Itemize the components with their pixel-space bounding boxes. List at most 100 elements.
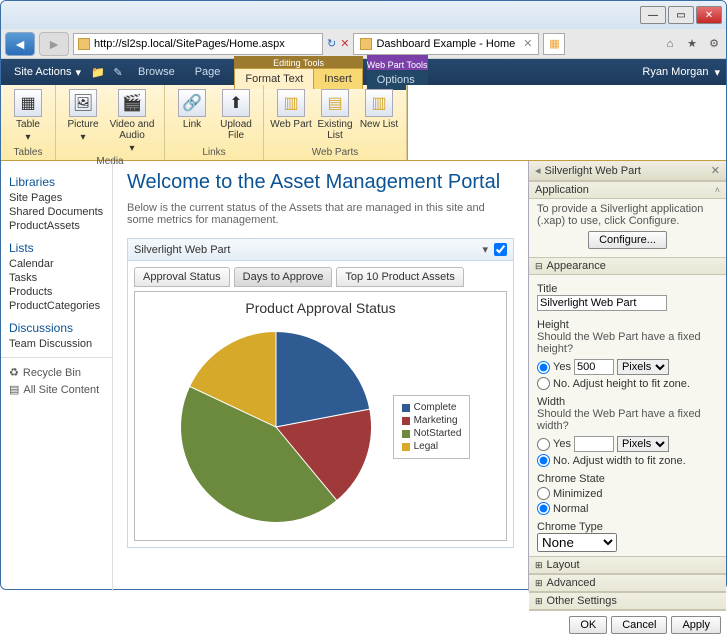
tab-close-icon[interactable]: ✕ — [523, 37, 532, 50]
height-unit-select[interactable]: Pixels — [617, 359, 669, 375]
props-section-advanced[interactable]: ⊞Advanced — [529, 574, 726, 592]
home-icon[interactable]: ⌂ — [662, 36, 678, 52]
width-no-radio[interactable] — [537, 454, 550, 467]
width-label: Width — [537, 396, 718, 408]
nav-shared-docs[interactable]: Shared Documents — [9, 205, 104, 219]
props-section-layout[interactable]: ⊞Layout — [529, 556, 726, 574]
height-yes-radio[interactable] — [537, 361, 550, 374]
edit-page-icon[interactable]: ✎ — [108, 62, 128, 82]
nav-site-pages[interactable]: Site Pages — [9, 191, 104, 205]
back-button[interactable]: ◄ — [5, 32, 35, 56]
nav-section-discussions: Discussions — [9, 321, 104, 335]
chrome-type-select[interactable]: None — [537, 533, 617, 552]
chrome-normal-radio[interactable] — [537, 502, 550, 515]
props-section-other[interactable]: ⊞Other Settings — [529, 592, 726, 610]
configure-button[interactable]: Configure... — [588, 231, 667, 249]
ribbon-existing-list-button[interactable]: ▤Existing List — [314, 87, 356, 143]
nav-team-discussion[interactable]: Team Discussion — [9, 337, 104, 351]
nav-recycle-bin[interactable]: ♻ Recycle Bin — [9, 364, 104, 381]
ribbon-webpart-label: Web Part — [270, 119, 312, 130]
props-section-appearance[interactable]: ⊟ Appearance — [529, 257, 726, 275]
width-unit-select[interactable]: Pixels — [617, 436, 669, 452]
tab-top-products[interactable]: Top 10 Product Assets — [336, 267, 463, 287]
stop-icon[interactable]: ✕ — [340, 37, 349, 50]
minimize-button[interactable]: — — [640, 6, 666, 24]
chart-container: Product Approval Status CompleteMarketin… — [134, 291, 507, 541]
ribbon-webpart-button[interactable]: ▥Web Part — [270, 87, 312, 143]
user-name: Ryan Morgan — [642, 66, 708, 78]
close-button[interactable]: ✕ — [696, 6, 722, 24]
user-menu[interactable]: Ryan Morgan ▾ — [642, 66, 720, 79]
tab-browse[interactable]: Browse — [128, 62, 185, 82]
window-titlebar: — ▭ ✕ — [1, 1, 726, 29]
chrome-minimized-radio[interactable] — [537, 487, 550, 500]
address-bar[interactable]: http://sl2sp.local/SitePages/Home.aspx — [73, 33, 323, 55]
nav-recycle-label: Recycle Bin — [23, 367, 81, 379]
tab-approval-status[interactable]: Approval Status — [134, 267, 230, 287]
site-actions-label: Site Actions — [14, 66, 71, 78]
tab-days-to-approve[interactable]: Days to Approve — [234, 267, 333, 287]
quick-launch: Libraries Site Pages Shared Documents Pr… — [1, 161, 113, 591]
application-hint: To provide a Silverlight application (.x… — [537, 203, 718, 227]
navigate-up-icon[interactable]: 📁 — [88, 62, 108, 82]
ribbon-link-label: Link — [183, 119, 201, 130]
nav-all-site-content[interactable]: ▤All Site Content — [9, 381, 104, 398]
main-content: Welcome to the Asset Management Portal B… — [113, 161, 528, 591]
maximize-button[interactable]: ▭ — [668, 6, 694, 24]
plus-icon: ⊞ — [535, 560, 543, 571]
browser-tab[interactable]: Dashboard Example - Home ✕ — [353, 33, 539, 55]
props-section-application[interactable]: Application ˄ — [529, 181, 726, 199]
chevron-down-icon: ▾ — [129, 143, 134, 154]
new-tab-button[interactable]: ▦ — [543, 33, 565, 55]
nav-product-categories[interactable]: ProductCategories — [9, 299, 104, 313]
forward-button[interactable]: ► — [39, 32, 69, 56]
ribbon-table-button[interactable]: ▦Table▾ — [7, 87, 49, 145]
group-links-label: Links — [171, 147, 257, 158]
ok-button[interactable]: OK — [569, 616, 607, 634]
sharepoint-ribbon-tabs: Site Actions ▾ 📁 ✎ Browse Page Editing T… — [1, 59, 726, 85]
ribbon-newlist-label: New List — [360, 119, 398, 130]
content-icon: ▤ — [9, 383, 19, 396]
chevron-left-icon[interactable]: ◂ — [535, 164, 541, 177]
title-input[interactable] — [537, 295, 667, 311]
table-icon: ▦ — [14, 89, 42, 117]
nav-tasks[interactable]: Tasks — [9, 271, 104, 285]
editing-tools-group: Editing Tools Format Text Insert — [234, 56, 362, 89]
ribbon-group-tables: ▦Table▾ Tables — [1, 85, 56, 160]
ribbon-video-button[interactable]: 🎬Video and Audio▾ — [106, 87, 158, 156]
webpart-menu-icon[interactable]: ▾ — [482, 243, 488, 256]
page-title: Welcome to the Asset Management Portal — [127, 171, 514, 194]
height-value-input[interactable] — [574, 359, 614, 375]
tab-page[interactable]: Page — [185, 62, 231, 82]
ribbon-link-button[interactable]: 🔗Link — [171, 87, 213, 143]
nav-products[interactable]: Products — [9, 285, 104, 299]
width-yes-radio[interactable] — [537, 438, 550, 451]
tools-icon[interactable]: ⚙ — [706, 36, 722, 52]
width-value-input[interactable] — [574, 436, 614, 452]
browser-navbar: ◄ ► http://sl2sp.local/SitePages/Home.as… — [1, 29, 726, 59]
height-no-radio[interactable] — [537, 377, 550, 390]
props-close-icon[interactable]: ✕ — [711, 164, 720, 177]
nav-calendar[interactable]: Calendar — [9, 257, 104, 271]
ribbon-picture-label: Picture — [67, 119, 98, 130]
favorites-icon[interactable]: ★ — [684, 36, 700, 52]
picture-icon: 🖼 — [69, 89, 97, 117]
width-no-label: No. Adjust width to fit zone. — [553, 455, 686, 467]
webpart-title-bar[interactable]: Silverlight Web Part ▾ — [128, 239, 513, 261]
chrome-state-label: Chrome State — [537, 473, 718, 485]
refresh-icon[interactable]: ↻ — [327, 37, 336, 50]
webpart-select-checkbox[interactable] — [494, 243, 507, 256]
chevron-down-icon: ▾ — [25, 132, 30, 143]
height-no-label: No. Adjust height to fit zone. — [553, 378, 690, 390]
url-text: http://sl2sp.local/SitePages/Home.aspx — [94, 38, 285, 50]
ribbon-new-list-button[interactable]: ▥New List — [358, 87, 400, 143]
recycle-icon: ♻ — [9, 366, 19, 379]
site-actions-menu[interactable]: Site Actions ▾ — [7, 63, 88, 82]
nav-product-assets[interactable]: ProductAssets — [9, 219, 104, 233]
webpart-title-text: Silverlight Web Part — [134, 244, 482, 256]
section-application-label: Application — [535, 184, 589, 196]
cancel-button[interactable]: Cancel — [611, 616, 667, 634]
ribbon-picture-button[interactable]: 🖼Picture▾ — [62, 87, 104, 156]
ribbon-upload-button[interactable]: ⬆Upload File — [215, 87, 257, 143]
apply-button[interactable]: Apply — [671, 616, 721, 634]
